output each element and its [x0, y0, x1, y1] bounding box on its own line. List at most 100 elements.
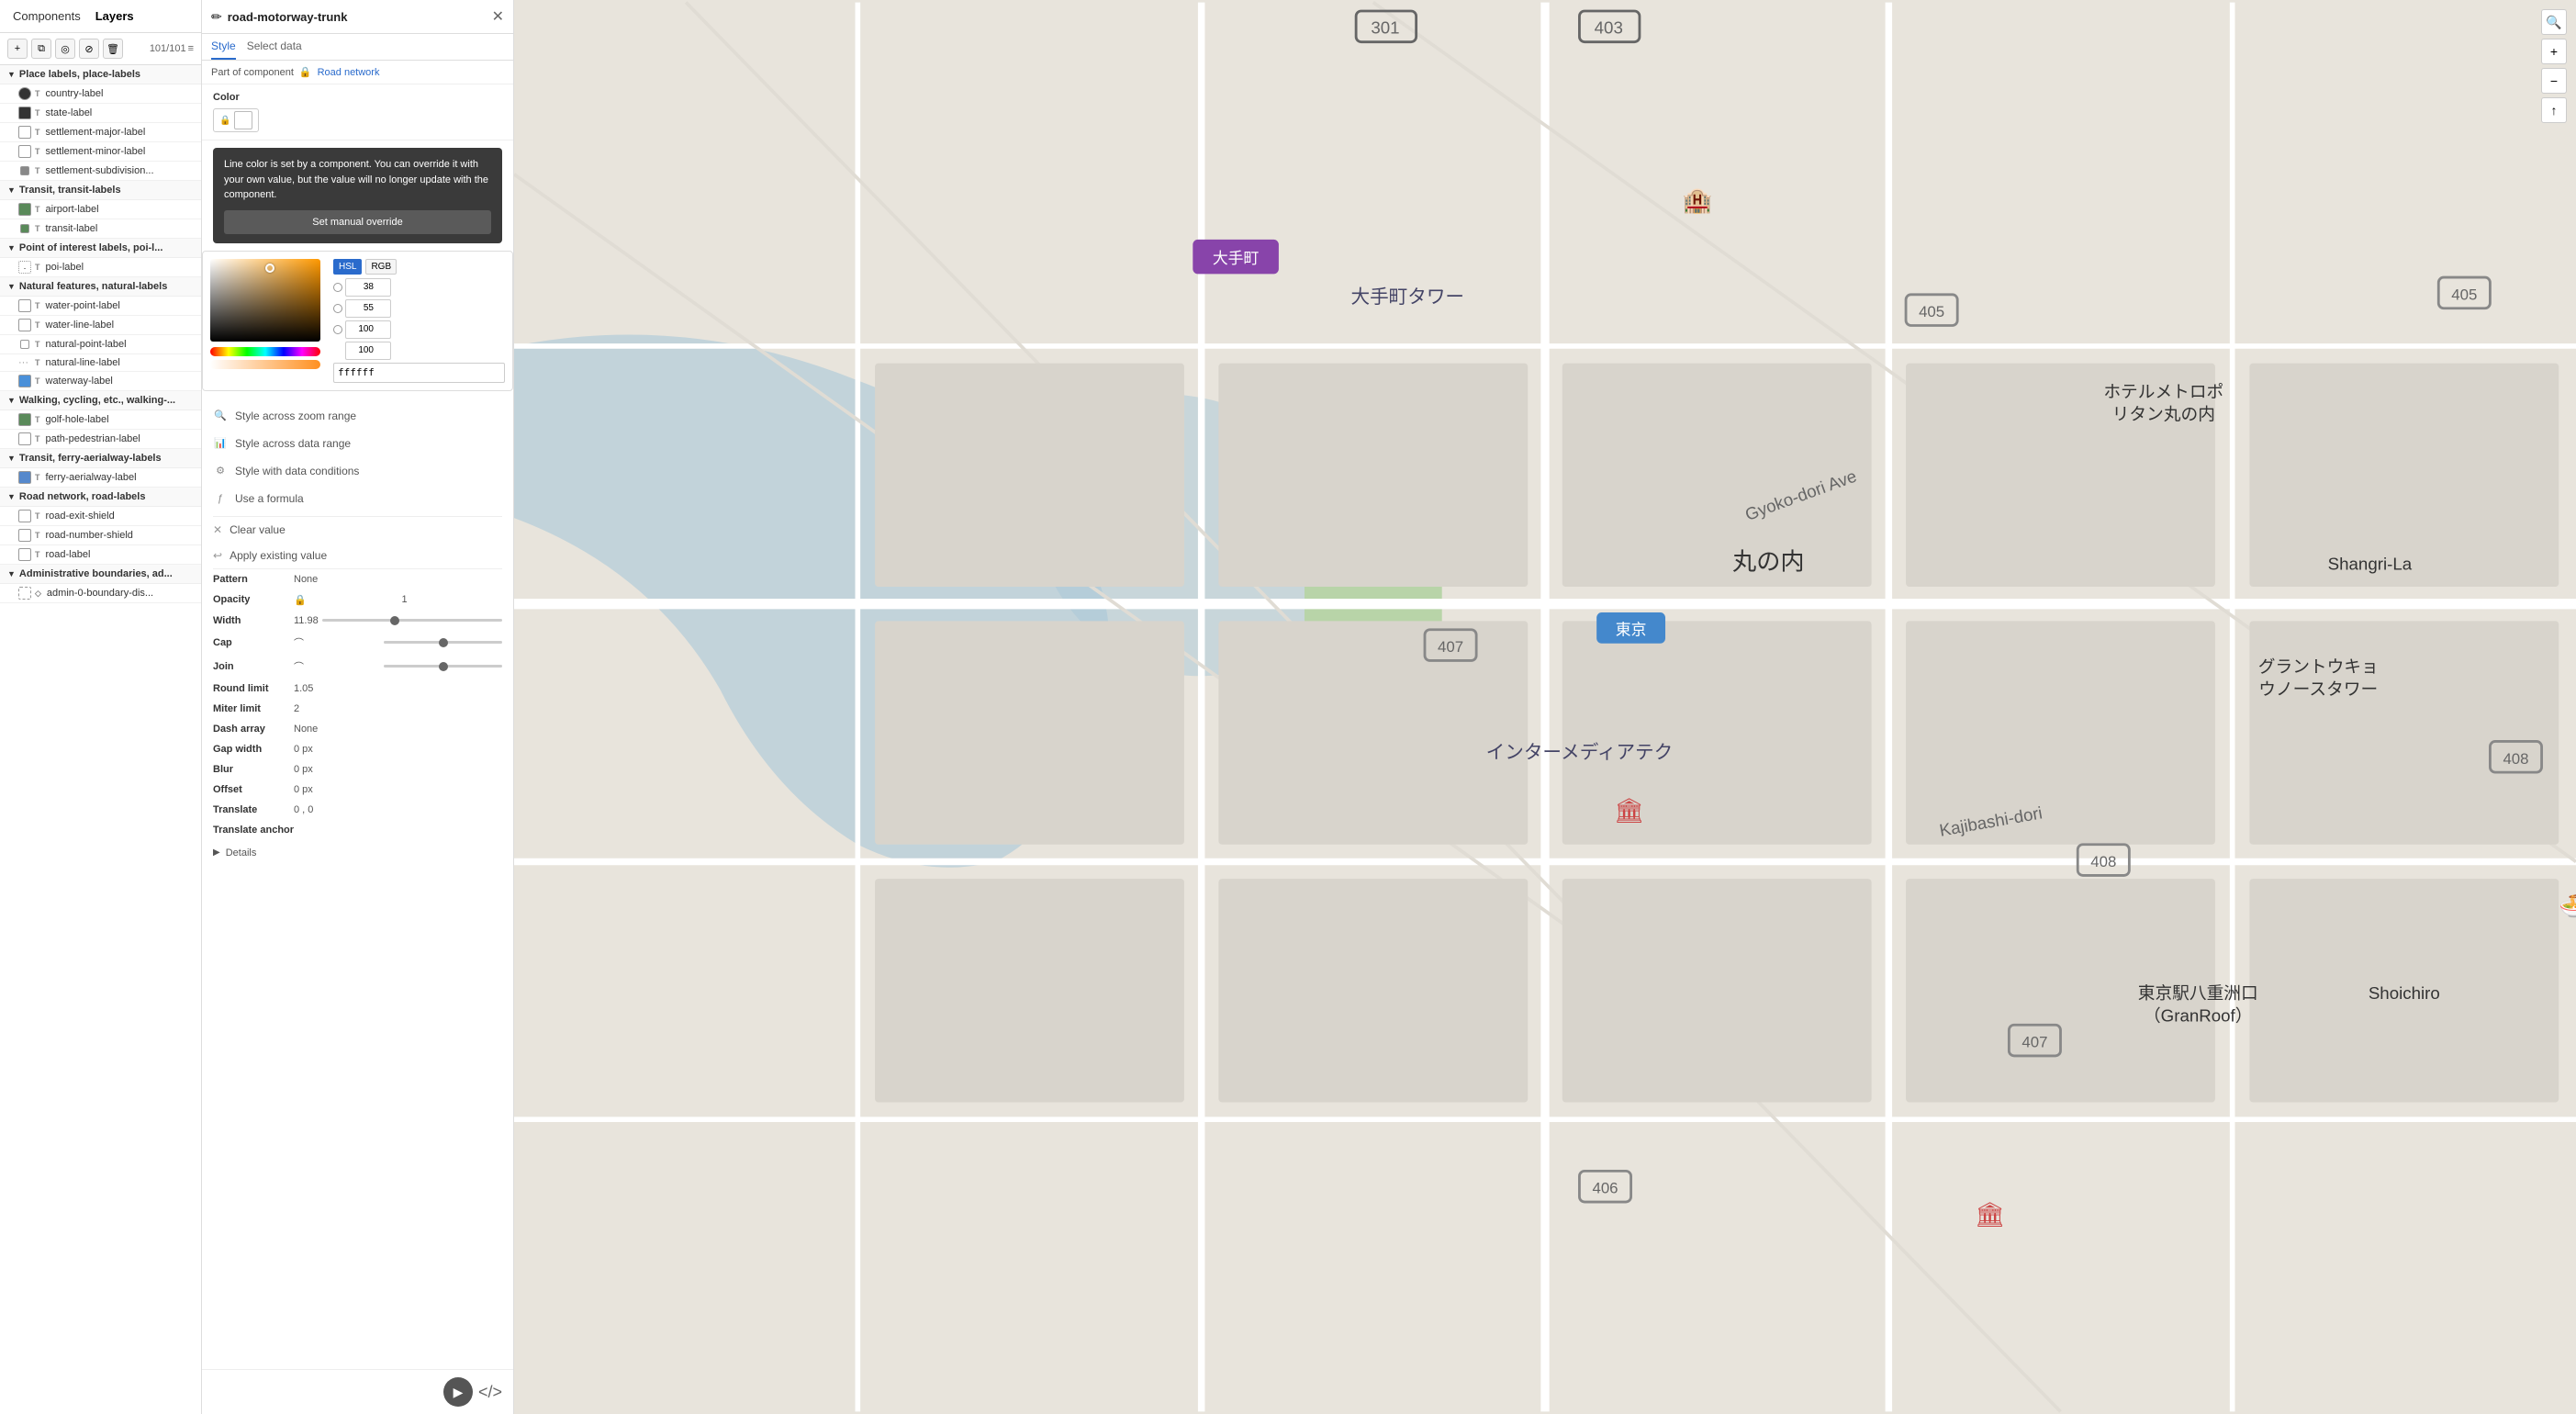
filter-icon[interactable]: ≡ — [188, 43, 194, 54]
list-item[interactable]: Tpath-pedestrian-label — [0, 430, 201, 449]
use-formula-option[interactable]: ƒ Use a formula — [202, 485, 513, 512]
offset-value[interactable]: 0 px — [294, 784, 502, 795]
clear-value-option[interactable]: ✕ Clear value — [202, 517, 513, 543]
list-item[interactable]: Tferry-aerialway-label — [0, 468, 201, 488]
list-item[interactable]: ◇admin-0-boundary-dis... — [0, 584, 201, 603]
data-range-icon: 📊 — [213, 436, 228, 451]
alpha-slider[interactable] — [210, 360, 320, 369]
join-icon: ⌒ — [294, 659, 376, 674]
color-mode-tabs: HSL RGB — [333, 259, 505, 275]
list-item[interactable]: Tgolf-hole-label — [0, 410, 201, 430]
list-item[interactable]: Tsettlement-major-label — [0, 123, 201, 142]
editor-bottom-bar: ▶ </> — [202, 1369, 513, 1414]
light-radio[interactable] — [333, 325, 342, 334]
translate-value[interactable]: 0 , 0 — [294, 804, 502, 815]
list-item[interactable]: Tnatural-point-label — [0, 335, 201, 354]
search-button[interactable]: 🔍 — [2541, 9, 2567, 35]
color-swatch[interactable] — [234, 111, 252, 129]
list-item[interactable]: Tstate-label — [0, 104, 201, 123]
color-swatch-container[interactable]: 🔒 — [213, 108, 259, 132]
join-slider[interactable] — [384, 665, 502, 668]
group-header-transit[interactable]: ▼ Transit, transit-labels — [0, 181, 201, 200]
data-conditions-label: Style with data conditions — [235, 465, 359, 477]
minus-icon: − — [2550, 73, 2558, 88]
width-row: Width 11.98 — [202, 611, 513, 631]
tab-components[interactable]: Components — [9, 7, 84, 25]
list-item[interactable]: Tsettlement-minor-label — [0, 142, 201, 162]
style-panel: Color 🔒 Line color is set by a component… — [202, 84, 513, 1369]
list-item[interactable]: Troad-number-shield — [0, 526, 201, 545]
add-layer-button[interactable]: + — [7, 39, 28, 59]
play-button[interactable]: ▶ — [443, 1377, 473, 1407]
lightness-input[interactable] — [345, 320, 391, 339]
color-gradient-handle[interactable] — [265, 264, 274, 273]
list-item[interactable]: Tsettlement-subdivision... — [0, 162, 201, 181]
pattern-value[interactable]: None — [294, 574, 502, 585]
copy-layer-button[interactable]: ⧉ — [31, 39, 51, 59]
list-item[interactable]: Twater-line-label — [0, 316, 201, 335]
hex-input[interactable] — [333, 363, 505, 383]
style-data-conditions-option[interactable]: ⚙ Style with data conditions — [202, 457, 513, 485]
cap-slider[interactable] — [384, 641, 502, 644]
tab-style[interactable]: Style — [211, 34, 236, 60]
details-row[interactable]: ▶ Details — [202, 840, 513, 866]
tab-select-data[interactable]: Select data — [247, 34, 302, 60]
hue-slider[interactable] — [210, 347, 320, 356]
list-item[interactable]: Tcountry-label — [0, 84, 201, 104]
style-zoom-range-option[interactable]: 🔍 Style across zoom range — [202, 402, 513, 430]
round-limit-row: Round limit 1.05 — [202, 679, 513, 699]
hue-input[interactable] — [345, 278, 391, 297]
style-data-range-option[interactable]: 📊 Style across data range — [202, 430, 513, 457]
svg-text:405: 405 — [1919, 303, 1944, 320]
list-item[interactable]: Troad-label — [0, 545, 201, 565]
code-button[interactable]: </> — [478, 1383, 502, 1402]
hsl-tab[interactable]: HSL — [333, 259, 362, 275]
list-item[interactable]: ·Tpoi-label — [0, 258, 201, 277]
group-header-natural[interactable]: ▼ Natural features, natural-labels — [0, 277, 201, 297]
round-limit-value[interactable]: 1.05 — [294, 683, 502, 694]
group-walking: ▼ Walking, cycling, etc., walking-... Tg… — [0, 391, 201, 449]
group-header-admin[interactable]: ▼ Administrative boundaries, ad... — [0, 565, 201, 584]
width-slider[interactable] — [322, 619, 502, 622]
opacity-value[interactable]: 1 — [402, 594, 503, 605]
filter-button[interactable]: ⊘ — [79, 39, 99, 59]
alpha-input[interactable] — [345, 342, 391, 360]
close-button[interactable]: ✕ — [492, 7, 504, 26]
list-item[interactable]: Ttransit-label — [0, 219, 201, 239]
gap-width-value[interactable]: 0 px — [294, 744, 502, 755]
opacity-lock-icon: 🔒 — [294, 594, 395, 606]
blur-value[interactable]: 0 px — [294, 764, 502, 775]
color-gradient-container[interactable] — [210, 259, 320, 373]
group-header-poi[interactable]: ▼ Point of interest labels, poi-l... — [0, 239, 201, 258]
color-gradient[interactable] — [210, 259, 320, 342]
group-header-place-labels[interactable]: ▼ Place labels, place-labels — [0, 65, 201, 84]
group-header-walking[interactable]: ▼ Walking, cycling, etc., walking-... — [0, 391, 201, 410]
group-poi-labels: ▼ Point of interest labels, poi-l... ·Tp… — [0, 239, 201, 277]
color-inputs — [333, 278, 505, 360]
group-header-road[interactable]: ▼ Road network, road-labels — [0, 488, 201, 507]
zoom-out-button[interactable]: − — [2541, 68, 2567, 94]
list-item[interactable]: Troad-exit-shield — [0, 507, 201, 526]
sat-radio[interactable] — [333, 304, 342, 313]
list-item[interactable]: Twater-point-label — [0, 297, 201, 316]
visibility-button[interactable]: ◎ — [55, 39, 75, 59]
zoom-in-button[interactable]: + — [2541, 39, 2567, 64]
hue-radio[interactable] — [333, 283, 342, 292]
saturation-input[interactable] — [345, 299, 391, 318]
compass-icon: ↑ — [2551, 103, 2558, 118]
set-manual-override-button[interactable]: Set manual override — [224, 210, 491, 234]
group-header-ferry[interactable]: ▼ Transit, ferry-aerialway-labels — [0, 449, 201, 468]
formula-icon: ƒ — [213, 491, 228, 506]
trash-button[interactable]: 🗑 — [103, 39, 123, 59]
list-item[interactable]: Twaterway-label — [0, 372, 201, 391]
tab-layers[interactable]: Layers — [92, 7, 138, 25]
list-item[interactable]: Tairport-label — [0, 200, 201, 219]
miter-limit-value[interactable]: 2 — [294, 703, 502, 714]
rgb-tab[interactable]: RGB — [365, 259, 397, 275]
compass-button[interactable]: ↑ — [2541, 97, 2567, 123]
component-link[interactable]: Road network — [318, 67, 380, 78]
apply-existing-value-option[interactable]: ↩ Apply existing value — [202, 543, 513, 568]
list-item[interactable]: ···Tnatural-line-label — [0, 354, 201, 372]
translate-label: Translate — [213, 804, 286, 815]
dash-array-value[interactable]: None — [294, 724, 502, 735]
